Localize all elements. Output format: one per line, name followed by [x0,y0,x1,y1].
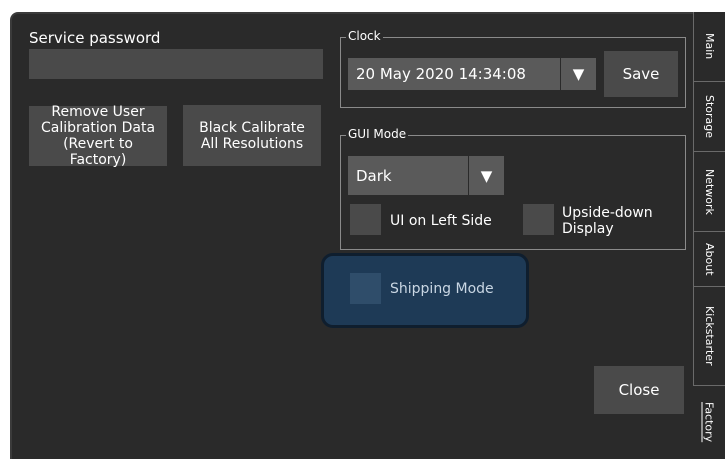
settings-panel: Service password Remove User Calibration… [10,12,693,459]
tab-kickstarter-label: Kickstarter [703,306,716,366]
gui-mode-title: GUI Mode [346,127,409,141]
tab-main[interactable]: Main [693,12,725,81]
tab-about[interactable]: About [693,231,725,286]
service-password-label: Service password [29,29,161,47]
tab-main-label: Main [703,33,716,60]
gui-mode-value: Dark [356,166,392,185]
remove-calibration-button[interactable]: Remove User Calibration Data (Revert to … [29,104,167,168]
tab-about-label: About [703,242,716,276]
tab-factory[interactable]: Factory [693,386,725,459]
chevron-down-icon[interactable]: ▼ [560,58,596,90]
gui-mode-select[interactable]: Dark ▼ [348,156,504,195]
close-button[interactable]: Close [594,366,684,414]
tab-network[interactable]: Network [693,151,725,231]
save-button[interactable]: Save [604,51,678,97]
chevron-down-icon[interactable]: ▼ [468,156,504,195]
tab-storage-label: Storage [703,94,716,139]
tab-storage[interactable]: Storage [693,81,725,151]
side-tabs: Main Storage Network About Kickstarter F… [693,12,725,459]
shipping-mode-checkbox[interactable] [350,273,381,304]
clock-title: Clock [346,29,383,43]
black-calibrate-button[interactable]: Black Calibrate All Resolutions [183,105,321,166]
service-password-input[interactable] [29,49,323,79]
upside-down-checkbox[interactable] [523,204,554,235]
ui-left-label: UI on Left Side [390,213,492,229]
ui-left-checkbox[interactable] [350,204,381,235]
clock-value: 20 May 2020 14:34:08 [356,65,526,83]
tab-factory-label: Factory [702,402,716,443]
tab-network-label: Network [703,168,716,215]
clock-select[interactable]: 20 May 2020 14:34:08 ▼ [348,58,596,90]
upside-down-label: Upside-down Display [562,205,653,237]
shipping-mode-label: Shipping Mode [390,281,494,297]
tab-kickstarter[interactable]: Kickstarter [693,286,725,386]
